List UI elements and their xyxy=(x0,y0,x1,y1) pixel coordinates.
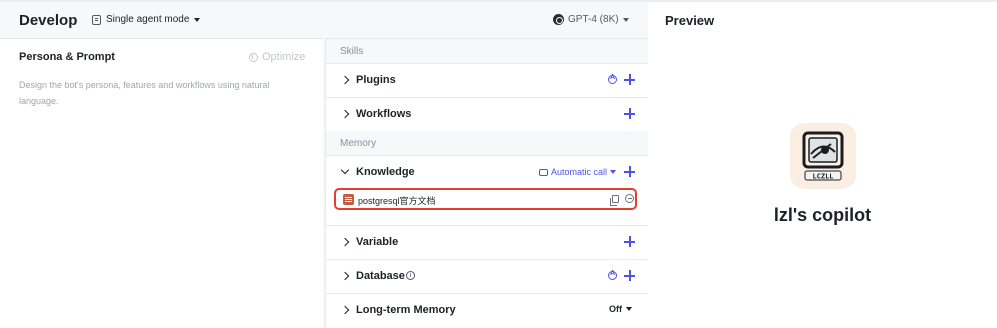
skills-panel: Skills Plugins Workflows Memory Knowledg… xyxy=(325,38,648,328)
variable-row[interactable]: Variable xyxy=(326,225,648,259)
long-term-memory-toggle[interactable]: Off xyxy=(609,304,632,314)
chevron-right-icon xyxy=(340,237,350,247)
workflows-label: Workflows xyxy=(356,108,412,120)
knowledge-item-name: postgresql官方文档 xyxy=(358,196,436,206)
bot-name: lzl's copilot xyxy=(773,205,872,225)
database-label: Database xyxy=(356,270,405,282)
caret-down-icon xyxy=(622,17,629,22)
long-term-memory-label: Long-term Memory xyxy=(356,304,456,316)
agent-mode-label: Single agent mode xyxy=(106,14,190,25)
info-icon[interactable]: i xyxy=(406,271,415,280)
chevron-right-icon xyxy=(340,109,350,119)
add-database-button[interactable] xyxy=(624,270,635,281)
model-selector[interactable]: GPT-4 (8K) xyxy=(553,14,629,25)
long-term-memory-value: Off xyxy=(609,304,622,314)
add-plugin-button[interactable] xyxy=(624,74,635,85)
knowledge-item[interactable]: postgresql官方文档 xyxy=(334,188,637,210)
bot-avatar-text: LCZLL xyxy=(812,173,833,181)
auto-icon[interactable] xyxy=(608,270,617,280)
plugins-label: Plugins xyxy=(356,74,396,86)
chevron-right-icon xyxy=(340,305,350,315)
model-label: GPT-4 (8K) xyxy=(568,14,619,25)
add-workflow-button[interactable] xyxy=(624,108,635,119)
optimize-button[interactable]: Optimize xyxy=(249,51,305,63)
copy-icon[interactable] xyxy=(610,195,619,206)
bot-avatar: LCZLL xyxy=(790,123,856,189)
persona-panel: Persona & Prompt Optimize Design the bot… xyxy=(0,38,323,328)
add-variable-button[interactable] xyxy=(624,236,635,247)
doc-icon xyxy=(92,14,101,25)
persona-prompt-input[interactable]: Design the bot's persona, features and w… xyxy=(19,77,289,109)
optimize-label: Optimize xyxy=(262,51,306,63)
optimize-icon xyxy=(249,52,258,62)
develop-title: Develop xyxy=(19,12,78,29)
memory-section-label: Memory xyxy=(340,138,377,149)
caret-down-icon xyxy=(194,17,201,22)
database-row[interactable]: Database i xyxy=(326,259,648,293)
agent-mode-selector[interactable]: Single agent mode xyxy=(92,14,201,25)
knowledge-label: Knowledge xyxy=(356,166,415,178)
bot-avatar-image: LCZLL xyxy=(802,131,844,181)
remove-icon[interactable] xyxy=(625,194,634,203)
call-icon xyxy=(539,168,548,176)
auto-icon[interactable] xyxy=(608,74,617,84)
chevron-right-icon xyxy=(340,271,350,281)
preview-pane: Preview LCZLL lzl's copilot xyxy=(648,2,997,328)
automatic-call-label: Automatic call xyxy=(551,167,608,177)
database-icon xyxy=(343,194,354,205)
chevron-right-icon xyxy=(340,75,350,85)
add-knowledge-button[interactable] xyxy=(624,166,635,177)
persona-title: Persona & Prompt xyxy=(19,51,115,63)
preview-title: Preview xyxy=(665,13,715,28)
skills-section-label: Skills xyxy=(340,46,364,57)
caret-down-icon xyxy=(610,170,617,174)
plugins-row[interactable]: Plugins xyxy=(326,63,648,97)
automatic-call-selector[interactable]: Automatic call xyxy=(539,167,617,177)
long-term-memory-row[interactable]: Long-term Memory Off xyxy=(326,293,648,328)
caret-down-icon xyxy=(626,307,632,311)
workflows-row[interactable]: Workflows xyxy=(326,97,648,131)
chevron-down-icon xyxy=(340,165,350,175)
variable-label: Variable xyxy=(356,236,399,248)
model-icon xyxy=(553,14,564,25)
